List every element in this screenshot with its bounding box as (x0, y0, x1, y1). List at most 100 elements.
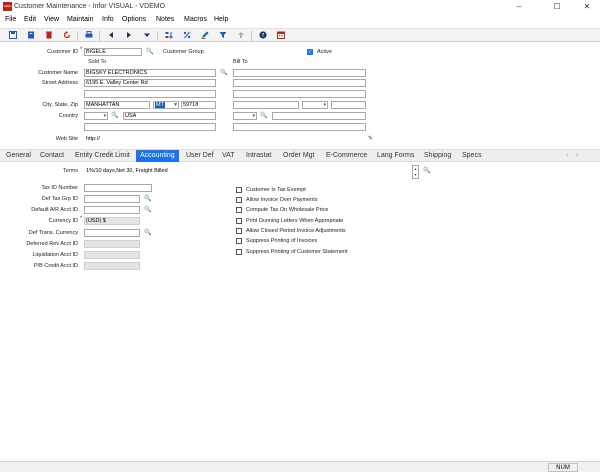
street-address-line2-field[interactable] (84, 90, 216, 98)
menu-file[interactable]: File (5, 16, 16, 23)
allow-overpayments-label: Allow Invoice Over Payments (246, 197, 318, 203)
suppress-invoices-checkbox[interactable] (236, 238, 242, 244)
upload-icon[interactable] (236, 31, 246, 41)
window-title: Customer Maintenance - Infor VISUAL - VD… (14, 3, 166, 10)
tax-exempt-label: Customer Is Tax Exempt (246, 187, 306, 193)
dropdown-record-icon[interactable] (142, 31, 152, 41)
city-state-zip-label: City, State, Zip (42, 102, 78, 108)
compute-tax-wholesale-checkbox[interactable] (236, 207, 242, 213)
terms-field[interactable]: 1%/10 days,Net 30, Freight Billed (84, 167, 410, 175)
state-select[interactable]: MT ▾ (153, 101, 179, 109)
menu-edit[interactable]: Edit (24, 16, 36, 23)
tax-exempt-checkbox[interactable] (236, 187, 242, 193)
def-trans-currency-lookup-icon[interactable]: 🔍 (144, 230, 151, 236)
city-field[interactable]: MANHATTAN (84, 101, 150, 109)
website-edit-icon[interactable]: ✎ (368, 136, 373, 142)
terms-lookup-icon[interactable]: 🔍 (423, 168, 430, 174)
menu-info[interactable]: Info (102, 16, 114, 23)
print-icon[interactable] (84, 31, 94, 41)
country-field[interactable]: USA (123, 112, 216, 120)
website-field[interactable]: http:// (84, 135, 364, 143)
def-tax-grp-field[interactable] (84, 195, 140, 203)
menu-help[interactable]: Help (214, 16, 228, 23)
svg-text:?: ? (262, 33, 265, 39)
chevron-down-icon: ▾ (174, 102, 177, 108)
closed-period-adjust-checkbox[interactable] (236, 228, 242, 234)
def-tax-grp-label: Def Tax Grp ID (41, 196, 78, 202)
bill-to-state-select[interactable]: ▾ (302, 101, 328, 109)
menu-bar: File Edit View Maintain Info Options Not… (0, 14, 600, 27)
tab-vat[interactable]: VAT (222, 152, 235, 159)
tab-accounting[interactable]: Accounting (136, 150, 179, 162)
maximize-button[interactable]: ☐ (544, 0, 570, 14)
bill-to-address-line1-field[interactable] (233, 79, 366, 87)
customer-id-field[interactable]: BIGELE (84, 48, 142, 56)
sold-to-label: Sold To (88, 59, 107, 65)
terms-spinner[interactable]: ▴ ▾ (412, 165, 419, 179)
tab-order-mgt[interactable]: Order Mgt (283, 152, 315, 159)
filter-icon[interactable] (218, 31, 228, 41)
customer-id-lookup-icon[interactable]: 🔍 (146, 49, 153, 55)
active-checkbox[interactable]: ✓ (307, 49, 313, 55)
menu-macros[interactable]: Macros (184, 16, 207, 23)
customer-name-lookup-icon[interactable]: 🔍 (220, 70, 227, 76)
suppress-statement-label: Suppress Printing of Customer Statement (246, 249, 348, 255)
minimize-button[interactable]: – (506, 0, 532, 14)
def-trans-currency-label: Def Trans. Currency (28, 230, 78, 236)
bill-to-country-extra-field[interactable] (233, 123, 366, 131)
def-trans-currency-field[interactable] (84, 229, 140, 237)
zip-field[interactable]: 59718 (181, 101, 216, 109)
bill-to-country-select[interactable]: ▾ (233, 112, 257, 120)
tab-specs[interactable]: Specs (462, 152, 481, 159)
default-ar-label: Default A/R Acct ID (31, 207, 78, 213)
sort-icon[interactable] (164, 31, 174, 41)
bill-to-city-field[interactable] (233, 101, 299, 109)
bill-to-name-field[interactable] (233, 69, 366, 77)
percent-icon[interactable] (182, 31, 192, 41)
street-address-line1-field[interactable]: 6195 E. Valley Center Rd (84, 79, 216, 87)
default-ar-lookup-icon[interactable]: 🔍 (144, 207, 151, 213)
tab-e-commerce[interactable]: E-Commerce (326, 152, 367, 159)
tab-scroll-right-icon[interactable]: › (576, 152, 578, 159)
country-extra-field[interactable] (84, 123, 216, 131)
suppress-statement-checkbox[interactable] (236, 249, 242, 255)
allow-overpayments-checkbox[interactable] (236, 197, 242, 203)
tab-contact[interactable]: Contact (40, 152, 64, 159)
bill-to-country-field[interactable] (272, 112, 366, 120)
bill-to-country-lookup-icon[interactable]: 🔍 (260, 113, 267, 119)
tab-shipping[interactable]: Shipping (424, 152, 451, 159)
customer-name-field[interactable]: BIGSKY ELECTRONICS (84, 69, 216, 77)
menu-maintain[interactable]: Maintain (67, 16, 93, 23)
close-button[interactable]: ✕ (574, 0, 600, 14)
tab-scroll-left-icon[interactable]: ‹ (566, 152, 568, 159)
save-icon[interactable] (8, 31, 18, 41)
tax-id-field[interactable] (84, 184, 152, 192)
help-icon[interactable]: ? (258, 31, 268, 41)
title-bar: infor Customer Maintenance - Infor VISUA… (0, 0, 600, 14)
country-select[interactable]: ▾ (84, 112, 108, 120)
bill-to-address-line2-field[interactable] (233, 90, 366, 98)
delete-icon[interactable] (44, 31, 54, 41)
def-tax-grp-lookup-icon[interactable]: 🔍 (144, 196, 151, 202)
default-ar-field[interactable] (84, 206, 140, 214)
new-icon[interactable] (26, 31, 36, 41)
calendar-icon[interactable] (276, 31, 286, 41)
next-record-icon[interactable] (124, 31, 134, 41)
bill-to-zip-field[interactable] (331, 101, 366, 109)
edit-icon[interactable] (200, 31, 210, 41)
tab-lang-forms[interactable]: Lang Forms (377, 152, 414, 159)
print-dunning-checkbox[interactable] (236, 218, 242, 224)
tab-intrastat[interactable]: Intrastat (246, 152, 271, 159)
first-record-icon[interactable] (106, 31, 116, 41)
tab-user-def[interactable]: User Def (186, 152, 214, 159)
country-lookup-icon[interactable]: 🔍 (111, 113, 118, 119)
tab-entity-credit-limit[interactable]: Entity Credit Limit (75, 152, 130, 159)
menu-notes[interactable]: Notes (156, 16, 174, 23)
tab-general[interactable]: General (6, 152, 31, 159)
undo-icon[interactable] (62, 31, 72, 41)
menu-options[interactable]: Options (122, 16, 146, 23)
menu-view[interactable]: View (44, 16, 59, 23)
terms-label: Terms (63, 168, 78, 174)
toolbar: ? (0, 28, 600, 42)
bill-to-label: Bill To (233, 59, 248, 65)
